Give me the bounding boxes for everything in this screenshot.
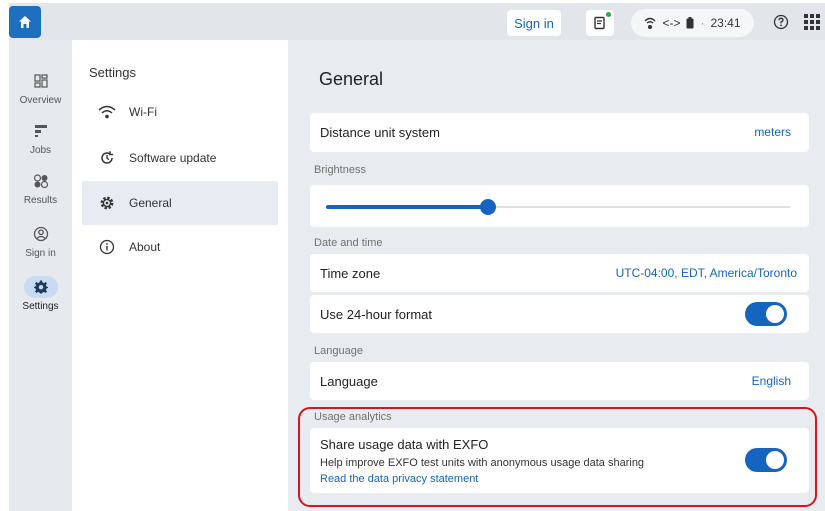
- brightness-slider-fill: [326, 205, 488, 209]
- language-label: Language: [320, 374, 378, 389]
- menu-item-label: Software update: [129, 151, 217, 165]
- distance-unit-value[interactable]: meters: [754, 125, 791, 139]
- brightness-section-label: Brightness: [314, 164, 366, 176]
- notes-button[interactable]: [586, 10, 614, 36]
- rail-item-label: Results: [23, 195, 58, 206]
- dashboard-icon: [24, 70, 58, 92]
- notification-dot: [606, 12, 611, 17]
- brightness-slider-thumb[interactable]: [480, 199, 496, 215]
- rail-item-label: Overview: [19, 95, 62, 106]
- rail-item-label: Sign in: [25, 248, 56, 259]
- apps-grid-button[interactable]: [804, 14, 820, 30]
- menu-item-general[interactable]: General: [82, 181, 278, 225]
- time-zone-value[interactable]: UTC-04:00, EDT, America/Toronto: [616, 266, 797, 280]
- connection-icon: <->: [662, 16, 681, 30]
- status-pill[interactable]: <-> · 23:41: [631, 9, 754, 37]
- notes-icon: [594, 16, 605, 30]
- help-button[interactable]: [771, 12, 791, 32]
- menu-item-about[interactable]: About: [82, 225, 278, 269]
- time-zone-label: Time zone: [320, 266, 381, 281]
- menu-item-label: Wi-Fi: [129, 105, 157, 119]
- update-icon: [95, 150, 119, 166]
- settings-gear-icon: [23, 276, 58, 298]
- language-value[interactable]: English: [752, 374, 791, 388]
- rail-item-jobs[interactable]: Jobs: [9, 120, 72, 156]
- highlight-outline: [298, 407, 817, 507]
- jobs-icon: [24, 120, 58, 142]
- date-time-section-label: Date and time: [314, 237, 383, 249]
- distance-unit-label: Distance unit system: [320, 125, 440, 140]
- home-button[interactable]: [9, 6, 41, 38]
- status-separator: ·: [700, 16, 705, 30]
- menu-item-label: General: [129, 196, 172, 210]
- menu-item-wifi[interactable]: Wi-Fi: [82, 90, 278, 134]
- 24-hour-format-toggle[interactable]: [745, 302, 787, 326]
- menu-item-software-update[interactable]: Software update: [82, 136, 278, 180]
- rail-item-label: Jobs: [29, 145, 52, 156]
- results-icon: [24, 170, 58, 192]
- 24-hour-format-row[interactable]: Use 24-hour format: [310, 295, 809, 333]
- battery-icon: [686, 17, 694, 29]
- page-title: General: [319, 69, 384, 89]
- gear-icon: [95, 195, 119, 211]
- clock: 23:41: [710, 16, 741, 30]
- 24-hour-format-label: Use 24-hour format: [320, 307, 432, 322]
- info-icon: [95, 239, 119, 255]
- top-bar: Sign in <-> · 23:41: [9, 3, 825, 40]
- rail-item-label: Settings: [22, 301, 59, 312]
- settings-menu: Settings Wi-Fi Software update General A…: [72, 40, 288, 511]
- rail-item-settings[interactable]: Settings: [9, 276, 72, 312]
- sign-in-button[interactable]: Sign in: [507, 10, 561, 36]
- rail-item-overview[interactable]: Overview: [9, 70, 72, 106]
- menu-item-label: About: [129, 240, 161, 254]
- help-icon: [773, 14, 789, 30]
- account-icon: [24, 223, 58, 245]
- rail-item-sign-in[interactable]: Sign in: [9, 223, 72, 259]
- navigation-rail: Overview Jobs Results Sign in Settings: [9, 40, 72, 511]
- rail-item-results[interactable]: Results: [9, 170, 72, 206]
- settings-menu-title: Settings: [89, 65, 136, 80]
- wifi-icon: [95, 105, 119, 119]
- home-icon: [19, 16, 31, 28]
- wifi-status-icon: [644, 17, 656, 29]
- language-row[interactable]: Language English: [310, 362, 809, 400]
- distance-unit-row[interactable]: Distance unit system meters: [310, 113, 809, 152]
- time-zone-row[interactable]: Time zone UTC-04:00, EDT, America/Toront…: [310, 254, 809, 292]
- language-section-label: Language: [314, 345, 363, 357]
- brightness-card: [310, 185, 809, 227]
